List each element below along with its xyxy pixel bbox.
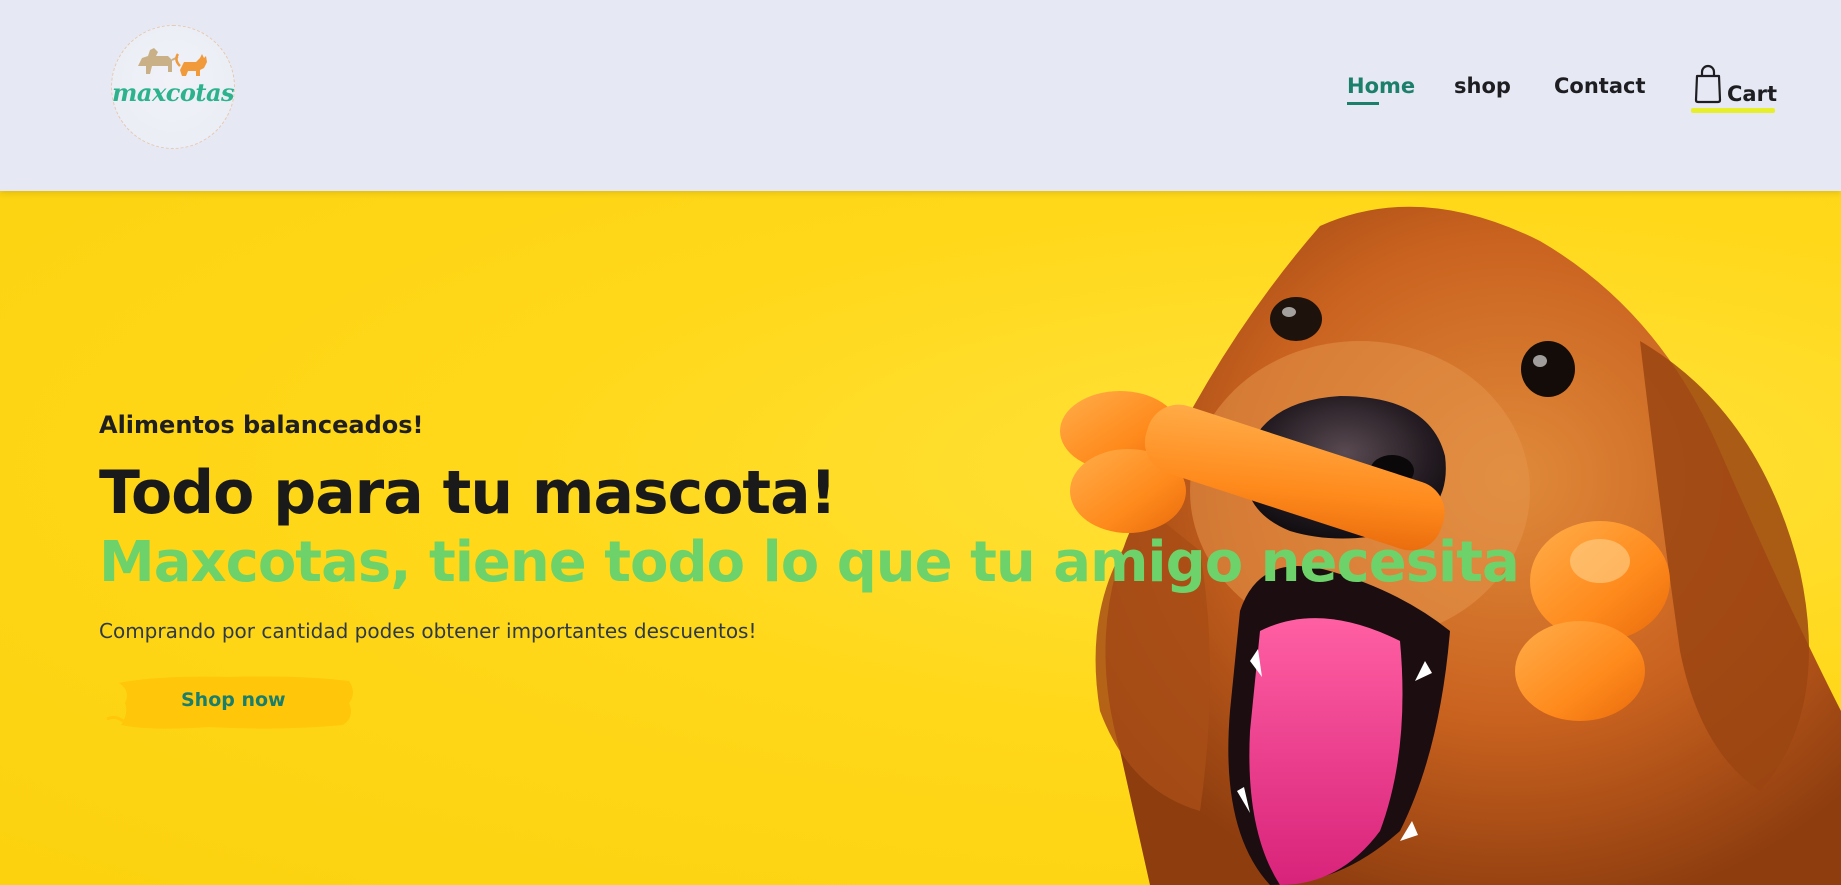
nav-shop-link[interactable]: shop [1454,74,1511,98]
shopping-bag-icon [1694,64,1722,104]
shop-now-button[interactable]: Shop now [99,673,359,731]
cart-label: Cart [1727,82,1777,106]
cart-highlight [1691,108,1775,113]
hero-content: Alimentos balanceados! Todo para tu masc… [99,411,1520,731]
logo-text: maxcotas [112,78,235,107]
hero-description: Comprando por cantidad podes obtener imp… [99,619,757,643]
hero-title: Todo para tu mascota! [99,458,837,528]
site-logo[interactable]: maxcotas [111,25,235,149]
cart-link[interactable]: Cart [1691,64,1777,113]
shop-now-label: Shop now [181,689,286,711]
nav-contact-link[interactable]: Contact [1554,74,1646,98]
dog-and-cat-logo-icon [138,48,207,76]
hero-kicker: Alimentos balanceados! [99,411,424,439]
nav-home-link[interactable]: Home [1347,74,1415,105]
hero-section: Alimentos balanceados! Todo para tu masc… [0,191,1841,885]
site-header: maxcotas Home shop Contact Cart [0,0,1841,191]
main-nav: Home shop Contact Cart [1281,0,1841,191]
hero-subtitle: Maxcotas, tiene todo lo que tu amigo nec… [99,530,1520,595]
